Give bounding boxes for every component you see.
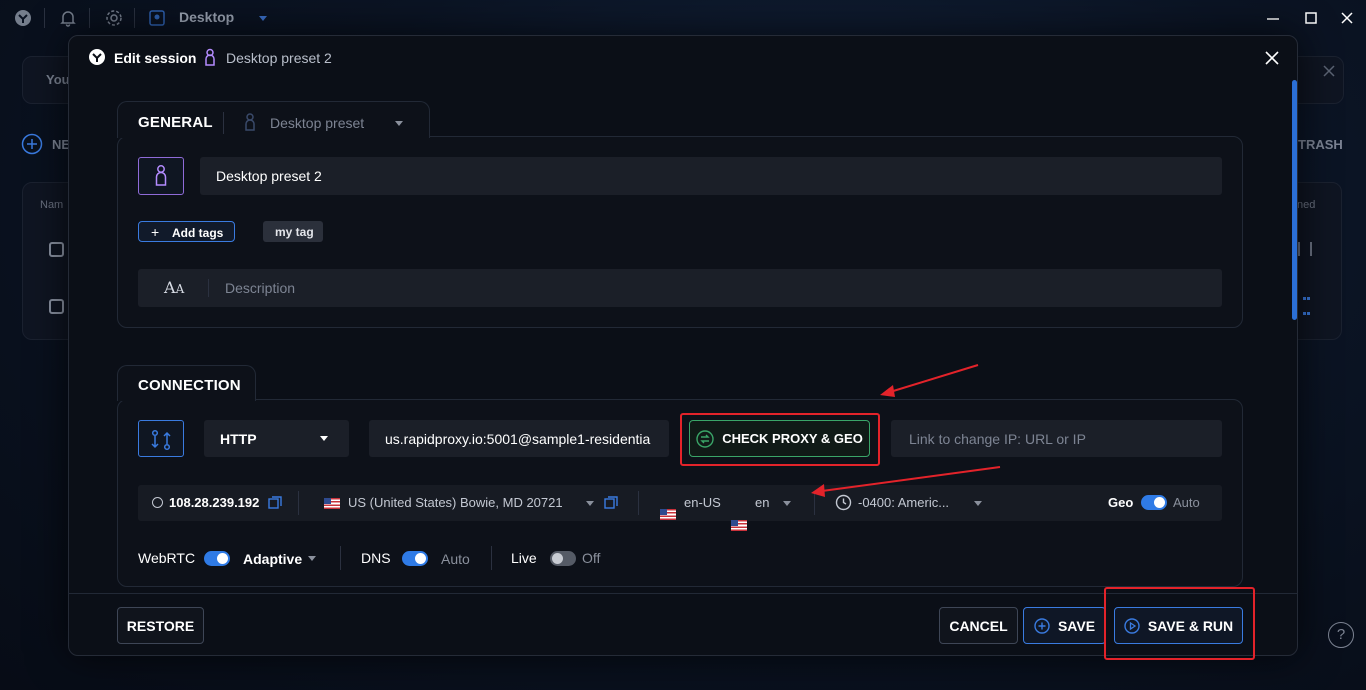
live-toggle[interactable] [550,551,576,566]
tag-chip[interactable]: my tag [263,221,323,242]
protocol-select[interactable]: HTTP [204,420,349,457]
connection-tab-title: CONNECTION [138,377,241,394]
protocol-value: HTTP [220,431,257,447]
dns-label: DNS [361,550,391,566]
plus-icon: + [151,224,160,240]
profile-name: Desktop preset 2 [226,50,332,66]
window-close-icon[interactable] [1338,9,1356,27]
close-icon[interactable] [1264,50,1280,66]
description-placeholder[interactable]: Description [225,280,295,296]
live-mode: Off [582,550,601,566]
us-flag-icon [324,498,340,509]
help-icon[interactable]: ? [1328,622,1354,648]
add-tags-button[interactable]: + Add tags [138,221,235,242]
profile-name-field[interactable]: Desktop preset 2 [200,157,1222,195]
dns-mode: Auto [441,551,470,567]
modal-scrollbar[interactable] [1292,80,1297,320]
modal-title: Edit session [114,50,197,66]
proxy-input[interactable]: us.rapidproxy.io:5001@sample1-residentia [369,420,669,457]
dns-toggle[interactable] [402,551,428,566]
highlight-box [1104,587,1255,660]
ip-address: 108.28.239.192 [169,495,260,510]
background-bars-icon [1298,242,1312,256]
copy-icon[interactable] [268,496,282,510]
bell-icon[interactable] [58,8,78,28]
background-checkbox [49,242,64,257]
connection-swap-icon [151,429,171,451]
preset-select[interactable]: Desktop preset [270,115,364,131]
us-flag-icon [660,509,676,520]
minimize-icon[interactable] [1264,9,1282,27]
workspace-label[interactable]: Desktop [179,9,234,25]
preset-person-icon [245,113,255,131]
geo-label: Geo [1108,495,1134,510]
profile-name-value[interactable]: Desktop preset 2 [216,168,322,184]
profile-avatar[interactable] [138,157,184,195]
tag-label: my tag [275,225,314,239]
timezone-chevron-down-icon[interactable] [974,501,982,506]
protocol-chevron-down-icon [320,436,328,441]
background-banner-text: You [46,72,70,87]
annotation-arrows [811,364,1001,497]
background-add-icon [21,133,43,155]
workspace-chevron-icon[interactable] [259,16,267,21]
save-button[interactable]: SAVE [1023,607,1106,644]
background-trash-text: TRASH [1298,137,1343,152]
app-top-bar: Desktop [0,0,1366,36]
add-tags-label: Add tags [172,226,224,240]
background-more-icon [1303,297,1307,315]
location-chevron-down-icon[interactable] [586,501,594,506]
app-logo-icon [15,10,31,26]
gear-icon[interactable] [104,8,124,28]
background-name-column: Nam [40,199,64,211]
geo-mode: Auto [1173,495,1200,510]
ip-status-icon [152,497,163,508]
general-tab-title: GENERAL [138,114,213,131]
description-field[interactable]: AA Description [138,269,1222,307]
language-value[interactable]: en-US [684,495,721,510]
add-circle-icon [1034,617,1050,634]
cancel-button[interactable]: CANCEL [939,607,1018,644]
maximize-icon[interactable] [1302,9,1320,27]
person-icon [155,165,167,186]
us-flag-icon [731,520,747,531]
background-checkbox [49,299,64,314]
app-logo-icon [89,49,105,65]
save-label: SAVE [1057,617,1096,634]
background-column-header: ned [1297,199,1316,211]
webrtc-toggle[interactable] [204,551,230,566]
copy-icon[interactable] [604,496,618,510]
language-chevron-down-icon[interactable] [783,501,791,506]
restore-button[interactable]: RESTORE [117,607,204,644]
webrtc-label: WebRTC [138,550,196,566]
text-style-icon: AA [164,278,185,297]
geo-info-row [138,485,1222,521]
language-secondary-value[interactable]: en [755,495,769,510]
live-label: Live [511,550,537,566]
workspace-icon [149,10,165,26]
webrtc-mode[interactable]: Adaptive [243,551,302,567]
preset-chevron-down-icon[interactable] [395,121,403,126]
restore-label: RESTORE [126,617,195,634]
location-value[interactable]: US (United States) Bowie, MD 20721 [348,495,563,510]
person-icon [205,48,215,66]
webrtc-chevron-down-icon[interactable] [308,556,316,561]
cancel-label: CANCEL [949,617,1008,634]
background-close-icon [1323,65,1335,77]
geo-toggle[interactable] [1141,495,1167,510]
proxy-value[interactable]: us.rapidproxy.io:5001@sample1-residentia [385,431,650,447]
connection-type-button[interactable] [138,420,184,457]
